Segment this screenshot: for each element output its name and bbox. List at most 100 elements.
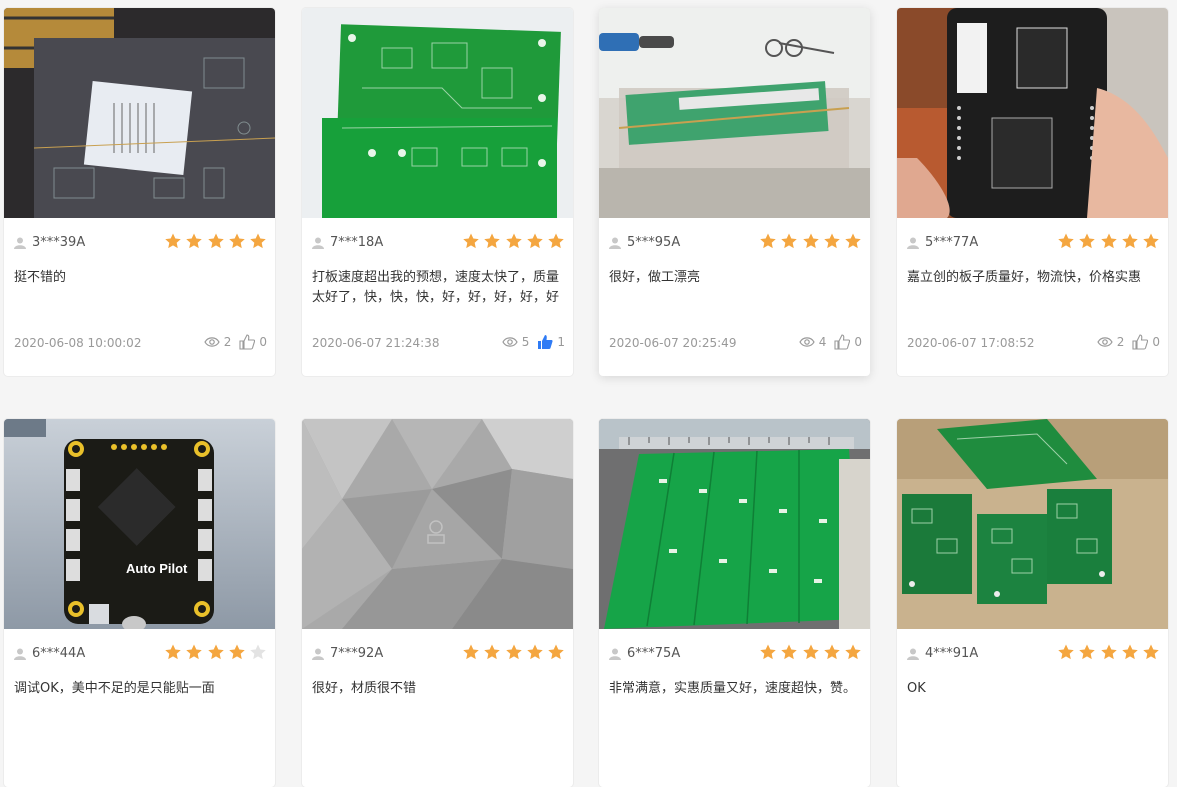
reviewer: 5***77A (907, 235, 978, 250)
user-icon (609, 237, 621, 249)
star-filled-icon (527, 233, 543, 249)
reviewer: 3***39A (14, 235, 85, 250)
reviewer-name: 6***44A (32, 646, 86, 661)
eye-icon (799, 337, 815, 347)
review-card[interactable]: 4***91A OK (897, 419, 1168, 787)
review-meta: 4***91A (907, 643, 1160, 665)
reviewer-name: 4***91A (925, 646, 979, 661)
eye-icon (204, 337, 220, 347)
review-text: 挺不错的 (14, 270, 67, 285)
review-photo[interactable] (897, 8, 1168, 218)
review-photo[interactable] (302, 8, 573, 218)
user-icon (312, 237, 324, 249)
review-date: 2020-06-08 10:00:02 (14, 336, 142, 350)
reviewer-name: 7***92A (330, 646, 384, 661)
thumbs-up-icon (1132, 334, 1149, 350)
star-filled-icon (1100, 233, 1117, 249)
review-card[interactable]: Auto Pilot 6***44A 调试OK，美中不足的是只能贴一面 (4, 419, 275, 787)
star-filled-icon (824, 233, 840, 249)
review-photo[interactable] (4, 8, 275, 218)
star-filled-icon (548, 233, 564, 249)
view-count: 2 (204, 335, 231, 349)
rating-stars (459, 643, 565, 661)
review-photo[interactable] (302, 419, 573, 629)
star-filled-icon (527, 644, 543, 660)
review-card[interactable]: 7***92A 很好，材质很不错 (302, 419, 573, 787)
like-button[interactable]: 1 (537, 334, 565, 350)
star-filled-icon (1058, 644, 1074, 660)
star-filled-icon (207, 644, 224, 660)
star-filled-icon (229, 233, 245, 249)
review-card[interactable]: 3***39A 挺不错的 2020-06-08 10:00:02 2 0 (4, 8, 275, 376)
review-footer: 2020-06-08 10:00:02 2 0 (14, 334, 267, 352)
star-filled-icon (186, 644, 203, 660)
user-icon (609, 648, 621, 660)
review-photo[interactable] (897, 419, 1168, 629)
star-filled-icon (1079, 644, 1096, 660)
reviewer-name: 5***77A (925, 235, 979, 250)
user-icon (907, 648, 919, 660)
review-photo[interactable] (599, 8, 870, 218)
like-button[interactable]: 0 (239, 334, 267, 350)
like-button[interactable]: 0 (1132, 334, 1160, 350)
like-button[interactable]: 0 (834, 334, 862, 350)
review-photo[interactable] (599, 419, 870, 629)
star-filled-icon (845, 644, 861, 660)
review-meta: 6***75A (609, 643, 862, 665)
star-filled-icon (760, 233, 776, 249)
star-filled-icon (186, 233, 203, 249)
thumbs-up-icon (834, 334, 851, 350)
star-filled-icon (463, 644, 479, 660)
review-date: 2020-06-07 20:25:49 (609, 336, 737, 350)
rating-stars (161, 643, 267, 661)
reviewer: 6***44A (14, 646, 85, 661)
review-card[interactable]: 7***18A 打板速度超出我的预想，速度太快了，质量太好了，快，快，快，好，好… (302, 8, 573, 376)
star-empty-icon (250, 644, 266, 660)
rating-stars (756, 643, 862, 661)
review-photo[interactable]: Auto Pilot (4, 419, 275, 629)
star-filled-icon (1122, 644, 1138, 660)
reviewer: 5***95A (609, 235, 680, 250)
review-date: 2020-06-07 17:08:52 (907, 336, 1035, 350)
review-text: 打板速度超出我的预想，速度太快了，质量太好了，快，快，快，好，好，好，好，好 (312, 270, 560, 305)
review-card[interactable]: 6***75A 非常满意，实惠质量又好，速度超快，赞。 (599, 419, 870, 787)
review-meta: 5***95A (609, 232, 862, 254)
star-filled-icon (229, 644, 245, 660)
star-filled-icon (548, 644, 564, 660)
review-footer: 2020-06-07 21:24:38 5 1 (312, 334, 565, 352)
review-text: OK (907, 681, 926, 696)
review-text: 非常满意，实惠质量又好，速度超快，赞。 (609, 681, 857, 696)
star-filled-icon (463, 233, 479, 249)
star-filled-icon (1143, 233, 1159, 249)
rating-stars (161, 232, 267, 250)
review-card[interactable]: 5***77A 嘉立创的板子质量好，物流快，价格实惠 2020-06-07 17… (897, 8, 1168, 376)
view-count: 4 (799, 335, 826, 349)
star-filled-icon (505, 644, 522, 660)
star-filled-icon (505, 233, 522, 249)
eye-icon (1097, 337, 1113, 347)
star-filled-icon (1079, 233, 1096, 249)
review-meta: 3***39A (14, 232, 267, 254)
reviewer-name: 5***95A (627, 235, 681, 250)
review-meta: 7***92A (312, 643, 565, 665)
star-filled-icon (760, 644, 776, 660)
eye-icon (502, 337, 518, 347)
review-meta: 5***77A (907, 232, 1160, 254)
review-text: 很好，做工漂亮 (609, 270, 701, 285)
rating-stars (459, 232, 565, 250)
star-filled-icon (781, 644, 798, 660)
rating-stars (756, 232, 862, 250)
star-filled-icon (1143, 644, 1159, 660)
review-text: 很好，材质很不错 (312, 681, 417, 696)
rating-stars (1054, 232, 1160, 250)
star-filled-icon (1122, 233, 1138, 249)
user-icon (312, 648, 324, 660)
review-grid: 3***39A 挺不错的 2020-06-08 10:00:02 2 0 7**… (0, 0, 1177, 787)
reviewer-name: 7***18A (330, 235, 384, 250)
review-footer: 2020-06-07 20:25:49 4 0 (609, 334, 862, 352)
reviewer-name: 6***75A (627, 646, 681, 661)
review-date: 2020-06-07 21:24:38 (312, 336, 440, 350)
review-card[interactable]: 5***95A 很好，做工漂亮 2020-06-07 20:25:49 4 0 (599, 8, 870, 376)
star-filled-icon (484, 644, 501, 660)
star-filled-icon (802, 644, 819, 660)
